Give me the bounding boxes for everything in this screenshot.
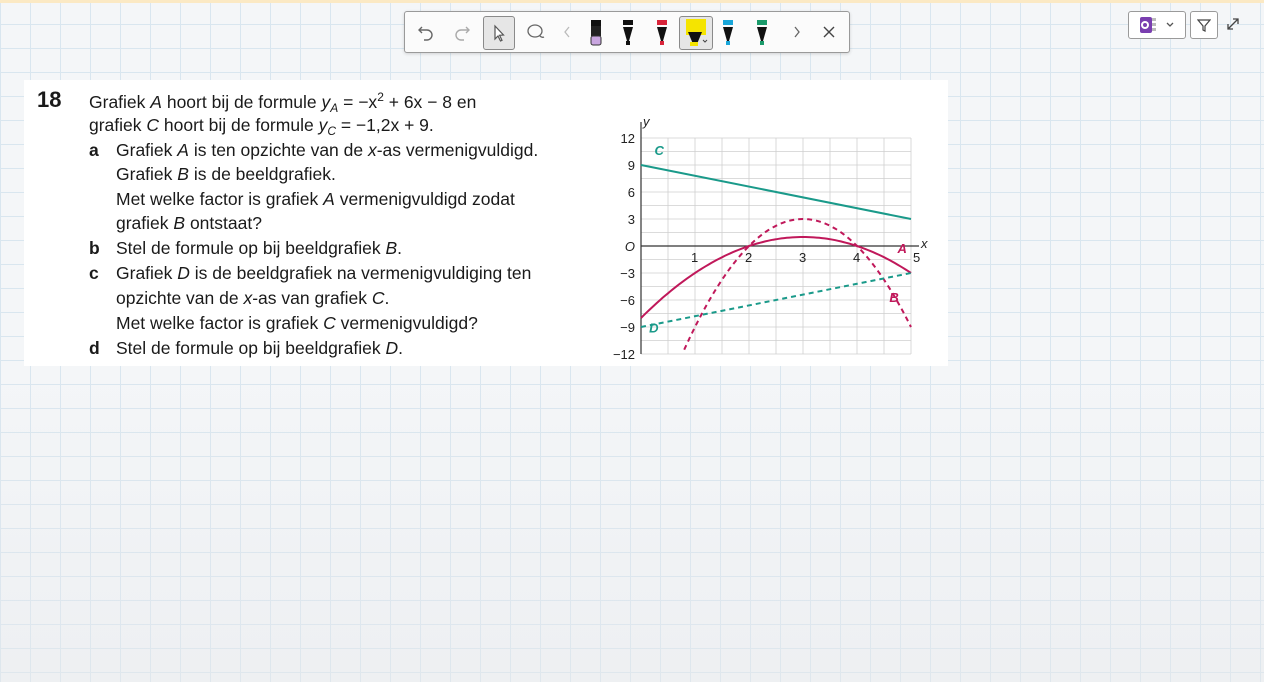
expand-icon[interactable] [1224,15,1242,33]
part-b-label: b [89,238,100,258]
part-c-line-1: Grafiek D is de beeldgrafiek na vermenig… [116,263,532,283]
select-tool-button[interactable] [483,16,515,50]
y-axis-label: y [642,114,651,129]
y-tick-label: −12 [613,347,635,362]
x-tick-label: 5 [913,250,920,265]
x-tick-label: 3 [799,250,806,265]
redo-icon[interactable] [449,16,475,48]
part-a-line-4: grafiek B ontstaat? [116,213,262,233]
y-tick-label: O [625,239,635,254]
y-tick-label: 3 [628,212,635,227]
pen-black-icon[interactable] [615,16,641,48]
y-tick-label: −3 [620,266,635,281]
intro-line-2: grafiek C hoort bij de formule yC = −1,2… [89,115,434,138]
part-a-label: a [89,140,99,160]
close-icon[interactable] [817,16,841,48]
part-c-line-3: Met welke factor is grafiek C vermenigvu… [116,313,478,333]
x-tick-label: 2 [745,250,752,265]
canvas-fade [0,360,1264,682]
x-tick-label: 1 [691,250,698,265]
x-tick-label: 4 [853,250,860,265]
funnel-icon[interactable] [1190,11,1218,39]
part-c-line-2: opzichte van de x-as van grafiek C. [116,288,390,308]
series-label-A: A [897,241,907,256]
series-line-B [683,217,912,351]
notes-app-button[interactable] [1128,11,1186,39]
y-tick-label: 12 [621,131,635,146]
window-top-accent [0,0,1264,3]
y-tick-label: −6 [620,293,635,308]
question-number: 18 [37,87,62,112]
part-a-line-2: Grafiek B is de beeldgrafiek. [116,164,336,184]
scroll-left-icon[interactable] [559,16,575,48]
series-label-D: D [649,320,659,335]
part-c-label: c [89,263,99,283]
ink-toolbar [404,11,850,53]
series-label-C: C [655,143,665,158]
cursor-icon [494,24,505,42]
part-d-label: d [89,338,100,358]
series-label-B: B [889,290,898,305]
function-graph: xy1 2 3 4 512963O−3−6−9−12ABCD [613,114,928,362]
part-b-line: Stel de formule op bij beeldgrafiek B. [116,238,403,258]
y-tick-label: 6 [628,185,635,200]
y-tick-label: 9 [628,158,635,173]
part-d-line: Stel de formule op bij beeldgrafiek D. [116,338,403,358]
pen-red-icon[interactable] [649,16,675,48]
y-tick-label: −9 [620,320,635,335]
pen-green-icon[interactable] [749,16,775,48]
lasso-icon[interactable] [523,16,549,48]
scroll-right-icon[interactable] [789,16,805,48]
x-axis-label: x [920,236,928,251]
undo-icon[interactable] [413,16,439,48]
pen-lilac-icon[interactable] [583,16,609,48]
pen-blue-icon[interactable] [715,16,741,48]
part-a-line-3: Met welke factor is grafiek A vermenigvu… [116,189,515,209]
part-a-line-1: Grafiek A is ten opzichte van de x-as ve… [116,140,539,160]
intro-line-1: Grafiek A hoort bij de formule yA = −x2 … [89,90,477,115]
highlighter-yellow-icon[interactable] [679,16,713,50]
